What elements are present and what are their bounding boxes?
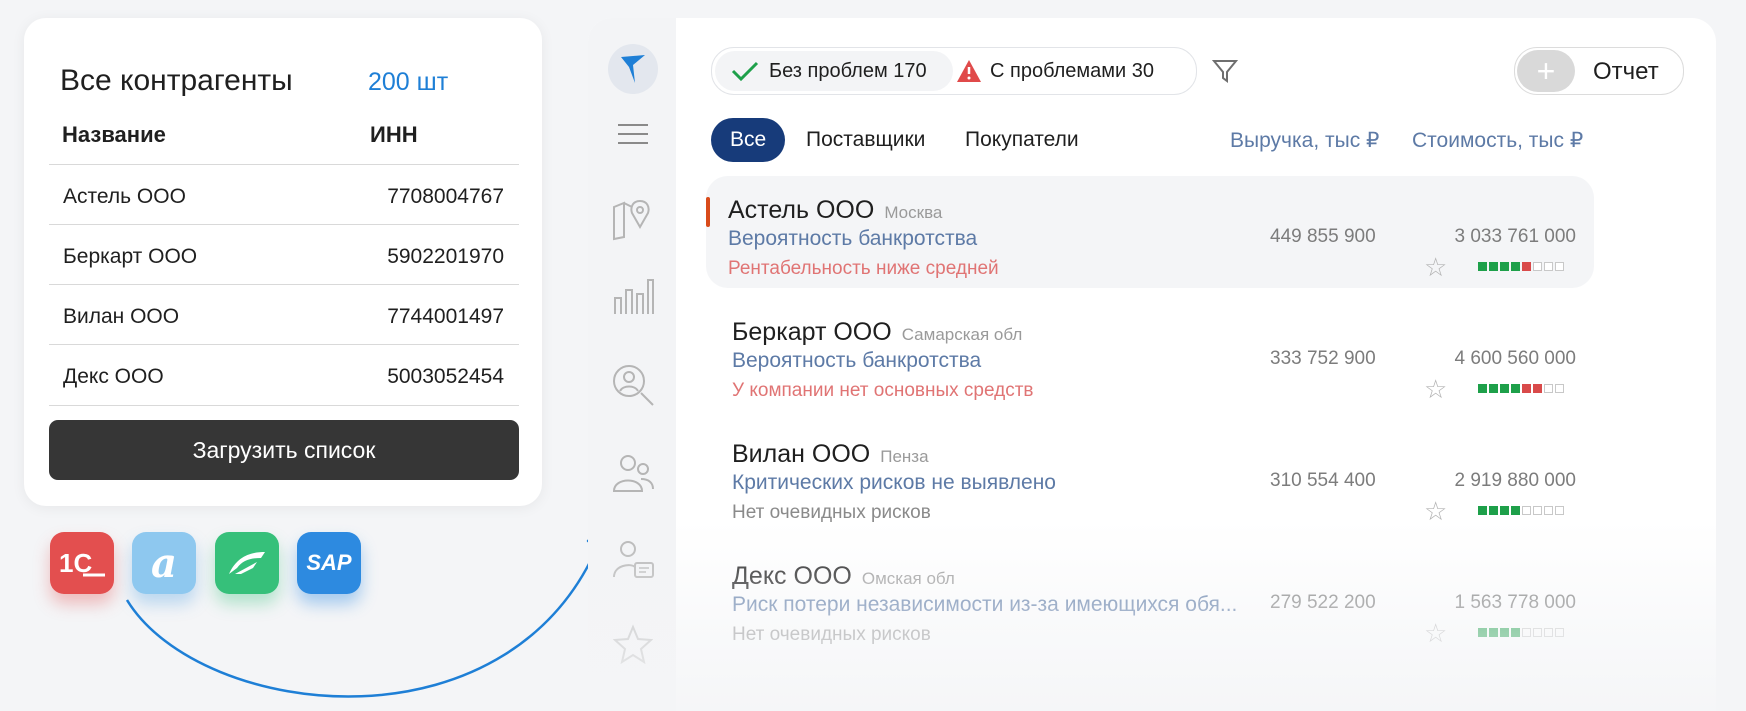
upload-list-button[interactable]: Загрузить список <box>49 420 519 480</box>
company-row[interactable]: Декс ООО Омская обл Риск потери независим… <box>706 542 1594 654</box>
report-button-label: Отчет <box>1593 58 1659 85</box>
reliability-score <box>1478 628 1564 637</box>
column-cost[interactable]: Стоимость, тыс ₽ <box>1412 128 1583 153</box>
tab-all[interactable]: Все <box>711 118 786 162</box>
company-name: Астель ООО <box>728 196 875 224</box>
column-header-inn: ИНН <box>370 122 418 147</box>
company-note: Нет очевидных рисков <box>732 624 931 645</box>
company-row[interactable]: Вилан ООО Пенза Критических рисков не выя… <box>706 420 1594 532</box>
plus-icon: + <box>1517 50 1575 92</box>
company-risk[interactable]: Критических рисков не выявлено <box>732 471 1056 495</box>
person-chat-icon[interactable] <box>610 536 656 582</box>
1c-logo-icon[interactable]: 1С <box>50 532 114 594</box>
people-icon[interactable] <box>610 450 656 496</box>
contractors-card: Все контрагенты 200 шт Название ИНН Асте… <box>24 18 542 506</box>
map-pin-icon[interactable] <box>610 196 656 242</box>
company-revenue: 310 554 400 <box>1270 470 1376 491</box>
company-name-line: Вилан ООО Пенза <box>732 440 929 469</box>
company-name: Вилан ООО <box>732 440 871 468</box>
tab-buyers[interactable]: Покупатели <box>965 118 1079 162</box>
alfa-label: а <box>151 539 177 587</box>
company-city: Пенза <box>880 447 929 466</box>
selection-marker <box>706 197 710 227</box>
company-note: У компании нет основных средств <box>732 380 1034 401</box>
star-icon[interactable]: ☆ <box>1424 618 1447 649</box>
company-name-line: Беркарт ООО Самарская обл <box>732 318 1022 347</box>
warning-icon <box>957 60 981 82</box>
company-risk[interactable]: Риск потери независимости из-за имеющихс… <box>732 593 1237 617</box>
company-name-line: Декс ООО Омская обл <box>732 562 955 591</box>
sap-label: SAP <box>306 550 352 575</box>
company-revenue: 449 855 900 <box>1270 226 1376 247</box>
reliability-score <box>1478 262 1564 271</box>
green-wing-logo-icon[interactable] <box>215 532 279 594</box>
row-name: Астель ООО <box>63 185 186 208</box>
company-cost: 2 919 880 000 <box>1454 470 1576 491</box>
menu-icon[interactable] <box>610 111 656 157</box>
row-inn: 5902201970 <box>387 245 504 268</box>
company-row[interactable]: Астель ООО Москва Вероятность банкротства… <box>706 176 1594 288</box>
company-city: Омская обл <box>861 569 955 588</box>
reliability-score <box>1478 506 1564 515</box>
company-city: Москва <box>884 203 943 222</box>
company-name-line: Астель ООО Москва <box>728 196 942 225</box>
report-button[interactable]: + Отчет <box>1514 47 1684 95</box>
tab-suppliers[interactable]: Поставщики <box>806 118 925 162</box>
company-name: Декс ООО <box>732 562 852 590</box>
company-risk[interactable]: Вероятность банкротства <box>728 227 977 251</box>
sidebar <box>588 18 676 711</box>
company-revenue: 333 752 900 <box>1270 348 1376 369</box>
logo-icon[interactable] <box>608 44 658 94</box>
person-search-icon[interactable] <box>610 362 656 408</box>
app-window: Без проблем 170 С проблемами 30 + Отчет … <box>588 18 1716 711</box>
bar-chart-icon[interactable] <box>610 273 656 319</box>
problem-filter: Без проблем 170 С проблемами 30 <box>711 47 1197 95</box>
filter-with-problems[interactable]: С проблемами 30 <box>956 51 1154 91</box>
company-cost: 3 033 761 000 <box>1454 226 1576 247</box>
row-name: Беркарт ООО <box>63 245 198 268</box>
row-inn: 7744001497 <box>387 305 504 328</box>
table-row[interactable]: Беркарт ООО 5902201970 <box>49 224 519 285</box>
star-icon[interactable]: ☆ <box>1424 496 1447 527</box>
row-inn: 5003052454 <box>387 365 504 388</box>
company-city: Самарская обл <box>901 325 1023 344</box>
column-revenue[interactable]: Выручка, тыс ₽ <box>1230 128 1379 153</box>
company-note: Нет очевидных рисков <box>732 502 931 523</box>
column-header-name: Название <box>62 122 166 147</box>
table-row[interactable]: Вилан ООО 7744001497 <box>49 284 519 345</box>
row-name: Вилан ООО <box>63 305 180 328</box>
star-icon[interactable] <box>610 621 656 667</box>
star-icon[interactable]: ☆ <box>1424 252 1447 283</box>
company-note: Рентабельность ниже средней <box>728 258 999 279</box>
company-revenue: 279 522 200 <box>1270 592 1376 613</box>
company-cost: 1 563 778 000 <box>1454 592 1576 613</box>
main-content: Без проблем 170 С проблемами 30 + Отчет … <box>676 18 1716 711</box>
card-title: Все контрагенты <box>60 64 293 97</box>
reliability-score <box>1478 384 1564 393</box>
company-row[interactable]: Беркарт ООО Самарская обл Вероятность бан… <box>706 298 1594 410</box>
row-name: Декс ООО <box>63 365 164 388</box>
filter-no-problems-label: Без проблем 170 <box>769 59 927 82</box>
contractors-count[interactable]: 200 шт <box>368 68 448 97</box>
check-icon <box>731 61 759 82</box>
alfa-logo-icon[interactable]: а <box>132 532 196 594</box>
filter-funnel-icon[interactable] <box>1211 58 1239 89</box>
company-cost: 4 600 560 000 <box>1454 348 1576 369</box>
company-risk[interactable]: Вероятность банкротства <box>732 349 981 373</box>
company-name: Беркарт ООО <box>732 318 892 346</box>
table-row[interactable]: Астель ООО 7708004767 <box>49 164 519 225</box>
sap-logo-icon[interactable]: SAP <box>297 532 361 594</box>
table-row[interactable]: Декс ООО 5003052454 <box>49 344 519 406</box>
filter-with-problems-label: С проблемами 30 <box>990 59 1155 82</box>
row-inn: 7708004767 <box>387 185 504 208</box>
filter-no-problems[interactable]: Без проблем 170 <box>715 51 953 91</box>
star-icon[interactable]: ☆ <box>1424 374 1447 405</box>
